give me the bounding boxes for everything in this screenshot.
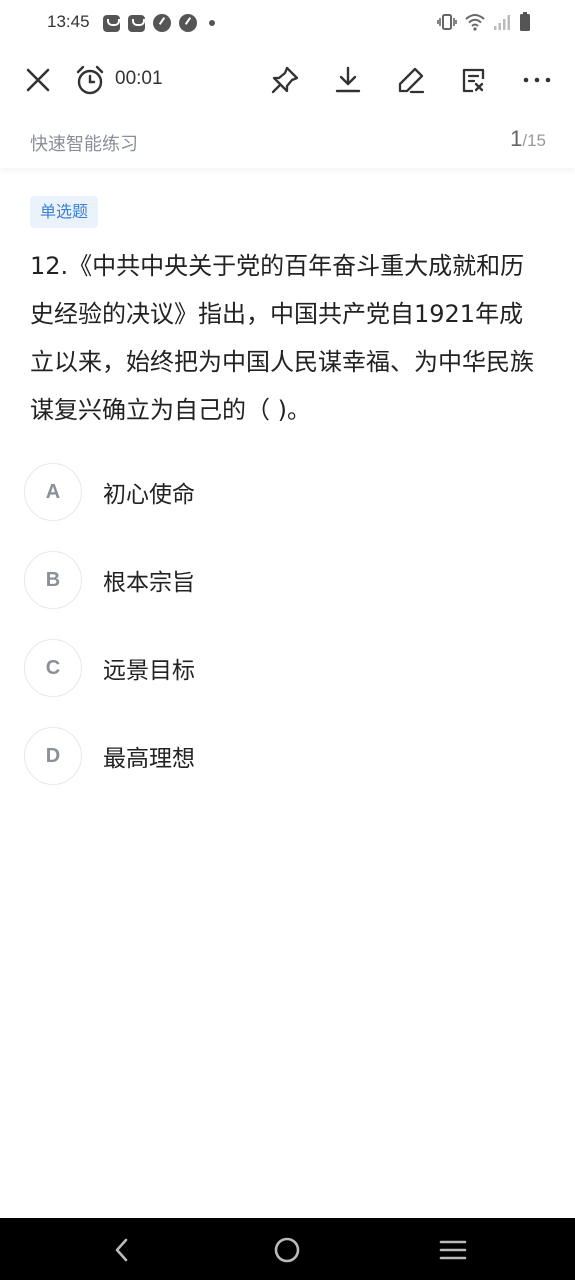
- notification-gauge-icon: [179, 14, 197, 32]
- download-button[interactable]: [330, 62, 366, 98]
- close-button[interactable]: [20, 62, 56, 98]
- download-icon: [335, 66, 361, 93]
- question-progress: 1/15: [510, 126, 546, 152]
- notification-bag-icon: [103, 14, 120, 32]
- top-toolbar: 00:01: [0, 48, 575, 112]
- option-a[interactable]: A 初心使命: [24, 463, 544, 521]
- option-label: 初心使命: [103, 482, 195, 508]
- signal-icon: [494, 15, 510, 30]
- option-label: 根本宗旨: [103, 570, 195, 596]
- option-letter: C: [24, 639, 82, 697]
- timer-button[interactable]: [72, 62, 108, 98]
- battery-icon: [520, 12, 530, 31]
- notification-gauge-icon: [153, 14, 171, 32]
- back-icon: [115, 1238, 128, 1262]
- edit-button[interactable]: [393, 62, 429, 98]
- alarm-clock-icon: [76, 65, 104, 95]
- option-d[interactable]: D 最高理想: [24, 727, 544, 785]
- option-label: 远景目标: [103, 658, 195, 684]
- total-questions: /15: [522, 131, 546, 150]
- pin-icon: [271, 66, 299, 94]
- current-question-number: 1: [510, 126, 523, 151]
- option-letter: D: [24, 727, 82, 785]
- option-b[interactable]: B 根本宗旨: [24, 551, 544, 609]
- option-letter: B: [24, 551, 82, 609]
- more-dot-icon: [209, 20, 215, 26]
- question-type-badge: 单选题: [30, 196, 99, 228]
- practice-title: 快速智能练习: [30, 134, 138, 155]
- pin-button[interactable]: [267, 62, 303, 98]
- more-button[interactable]: [519, 62, 555, 98]
- wifi-icon: [465, 14, 485, 31]
- status-time: 13:45: [47, 12, 90, 31]
- option-label: 最高理想: [103, 746, 195, 772]
- option-letter: A: [24, 463, 82, 521]
- timer-text: 00:01: [115, 68, 163, 89]
- note-button[interactable]: [456, 62, 492, 98]
- menu-icon: [439, 1240, 467, 1260]
- home-icon: [274, 1237, 300, 1263]
- option-c[interactable]: C 远景目标: [24, 639, 544, 697]
- edit-icon: [398, 67, 425, 94]
- status-bar: 13:45: [0, 0, 575, 48]
- close-icon: [26, 68, 50, 92]
- note-icon: [462, 68, 485, 93]
- menu-button[interactable]: [433, 1230, 473, 1270]
- home-button[interactable]: [267, 1230, 307, 1270]
- back-button[interactable]: [102, 1230, 142, 1270]
- practice-header: 快速智能练习 1/15: [0, 112, 575, 168]
- system-navigation-bar: [0, 1218, 575, 1280]
- question-text: 12.《中共中央关于党的百年奋斗重大成就和历史经验的决议》指出，中国共产党自19…: [30, 252, 534, 424]
- system-icons: [437, 12, 531, 32]
- vibrate-icon: [437, 14, 457, 30]
- notification-bag-icon: [128, 14, 145, 32]
- notification-icons: [103, 14, 215, 32]
- more-icon: [523, 77, 551, 83]
